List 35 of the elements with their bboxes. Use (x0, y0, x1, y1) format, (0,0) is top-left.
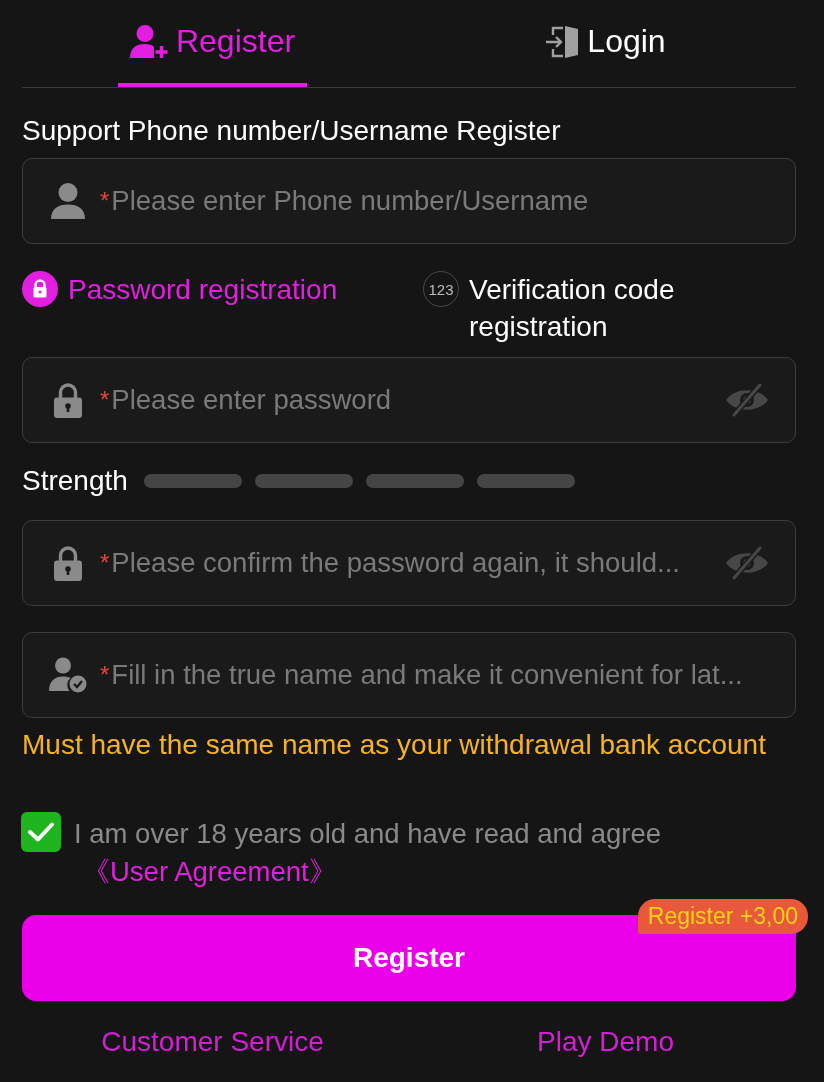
required-asterisk: * (100, 187, 110, 215)
lock-circle-icon (22, 271, 58, 307)
registration-mode-option[interactable]: 123 Verification code registration (423, 271, 769, 345)
person-plus-icon (129, 24, 168, 59)
password-field[interactable]: *Please enter password (22, 357, 796, 443)
footer-link[interactable]: Customer Service (101, 1027, 324, 1057)
account-field[interactable]: *Please enter Phone number/Username (22, 158, 796, 244)
confirm-password-field[interactable]: *Please confirm the password again, it should... (22, 520, 796, 606)
real-name-input[interactable]: Fill in the true name and make it convenient for lat... (111, 659, 769, 691)
tab[interactable]: Login (533, 0, 678, 87)
eye-slash-icon[interactable] (725, 545, 769, 581)
confirm-password-input[interactable]: Please confirm the password again, it should... (111, 547, 715, 579)
bonus-badge: Register +3,00 (637, 899, 808, 934)
required-asterisk: * (100, 386, 110, 414)
lock-icon (54, 382, 82, 418)
account-input[interactable]: Please enter Phone number/Username (111, 185, 769, 217)
tab[interactable]: Register (117, 0, 308, 87)
required-asterisk: * (100, 661, 110, 689)
password-input[interactable]: Please enter password (111, 384, 715, 416)
user-agreement-link[interactable]: 《User Agreement》 (82, 856, 337, 887)
name-hint: Must have the same name as your withdrawal bank account (22, 730, 767, 760)
door-arrow-icon (545, 23, 580, 60)
person-icon (50, 183, 86, 219)
eye-slash-icon[interactable] (725, 382, 769, 418)
strength-label: Strength (22, 466, 128, 496)
checkmark-icon (28, 822, 54, 842)
real-name-field[interactable]: *Fill in the true name and make it convenient for lat... (22, 632, 796, 718)
account-label: Support Phone number/Username Register (22, 116, 562, 146)
agreement-text: I am over 18 years old and have read and agree 《User Agreement》 (74, 817, 663, 889)
required-asterisk: * (100, 549, 110, 577)
person-check-icon (49, 657, 87, 693)
registration-mode-option[interactable]: Password registration (22, 271, 338, 308)
lock-icon (54, 545, 82, 581)
agreement-checkbox[interactable] (21, 812, 61, 852)
footer-link[interactable]: Play Demo (537, 1027, 674, 1057)
